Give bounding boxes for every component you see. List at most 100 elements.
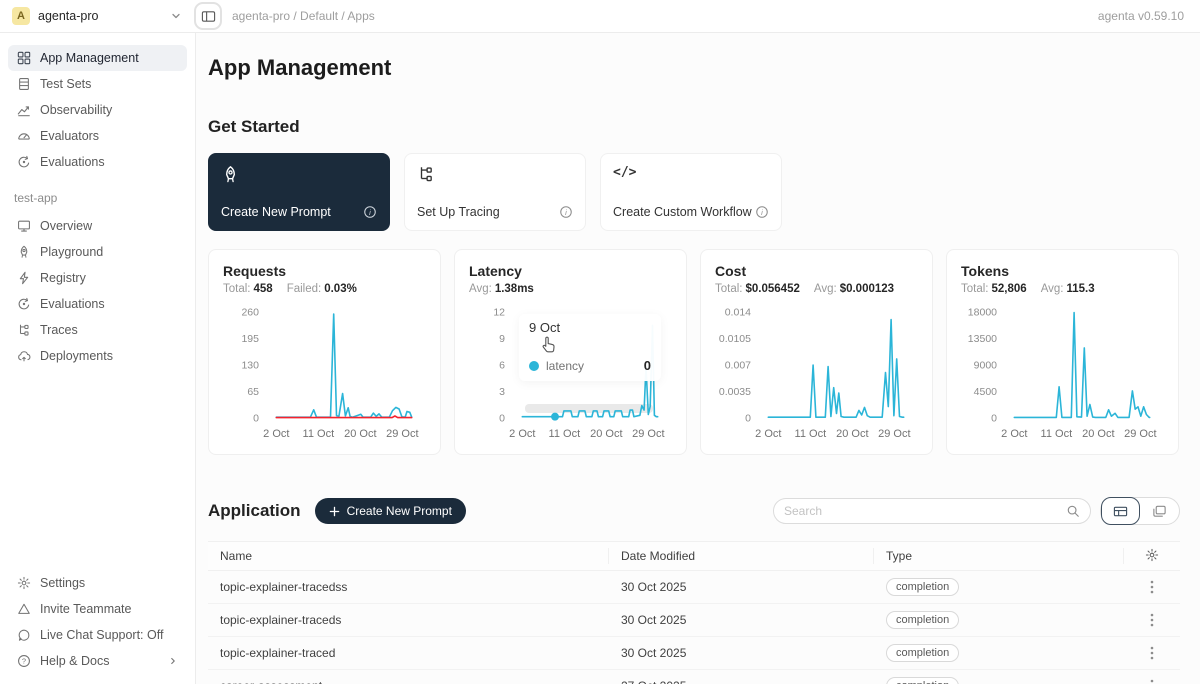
- chart-line-icon: [17, 103, 31, 117]
- svg-text:195: 195: [241, 333, 259, 345]
- metric-stats: Total:$0.056452 Avg:$0.000123: [715, 283, 918, 295]
- app-name: topic-explainer-traceds: [208, 613, 609, 627]
- search-input[interactable]: [784, 504, 1066, 518]
- app-date: 30 Oct 2025: [609, 580, 874, 594]
- kebab-menu-icon: [1150, 646, 1154, 660]
- sidebar-item-overview[interactable]: Overview: [8, 213, 187, 239]
- svg-text:20 Oct: 20 Oct: [1082, 428, 1114, 440]
- cycle-icon: [17, 155, 31, 169]
- breadcrumb[interactable]: agenta-pro / Default / Apps: [232, 9, 375, 23]
- sidebar-item-help-docs[interactable]: ? Help & Docs: [8, 648, 187, 674]
- app-date: 30 Oct 2025: [609, 646, 874, 660]
- metric-title: Latency: [469, 263, 672, 279]
- tooltip-series-name: latency: [546, 359, 584, 373]
- latency-chart[interactable]: 9 Oct latency 0 1296302 Oct11 Oct20 Oct2…: [469, 304, 672, 444]
- topbar: A agenta-pro agenta-pro / Default / Apps…: [0, 0, 1200, 33]
- info-icon[interactable]: i: [755, 205, 769, 219]
- chart-tooltip: 9 Oct latency 0: [519, 314, 661, 381]
- monitor-icon: [17, 219, 31, 233]
- help-icon: ?: [17, 654, 31, 668]
- svg-text:0.0105: 0.0105: [719, 333, 751, 345]
- search-icon[interactable]: [1066, 504, 1080, 518]
- type-badge: completion: [886, 644, 959, 662]
- sidebar-collapse-button[interactable]: [194, 2, 222, 30]
- table-row[interactable]: career-assessment 27 Oct 2025 completion: [208, 670, 1180, 684]
- tokens-metric-card: Tokens Total:52,806 Avg:115.3 1800013500…: [946, 249, 1179, 455]
- create-custom-workflow-card[interactable]: </> Create Custom Workflow i: [600, 153, 782, 231]
- sidebar-item-evaluations[interactable]: Evaluations: [8, 149, 187, 175]
- workspace-selector[interactable]: A agenta-pro: [12, 7, 182, 25]
- sidebar-item-evaluators[interactable]: Evaluators: [8, 123, 187, 149]
- workspace-name: agenta-pro: [38, 9, 98, 23]
- plus-icon: [329, 506, 340, 517]
- kebab-menu-icon: [1150, 613, 1154, 627]
- application-heading: Application: [208, 501, 301, 521]
- column-settings[interactable]: [1124, 548, 1180, 564]
- table-row[interactable]: topic-explainer-traced 30 Oct 2025 compl…: [208, 637, 1180, 670]
- metrics-row: Requests Total:458 Failed:0.03% 26019513…: [208, 249, 1180, 455]
- type-badge: completion: [886, 611, 959, 629]
- sidebar-item-app-management[interactable]: App Management: [8, 45, 187, 71]
- application-section: Application Create New Prompt: [208, 497, 1180, 684]
- app-date: 27 Oct 2025: [609, 679, 874, 684]
- chevron-right-icon: [168, 656, 178, 666]
- sidebar-item-settings[interactable]: Settings: [8, 570, 187, 596]
- table-row[interactable]: topic-explainer-traceds 30 Oct 2025 comp…: [208, 604, 1180, 637]
- page-title: App Management: [208, 55, 1180, 81]
- cycle-icon: [17, 297, 31, 311]
- row-menu-button[interactable]: [1144, 578, 1160, 596]
- info-icon[interactable]: i: [363, 205, 377, 219]
- type-badge: completion: [886, 578, 959, 596]
- svg-text:18000: 18000: [968, 307, 997, 319]
- svg-text:i: i: [761, 208, 763, 217]
- svg-text:0: 0: [991, 413, 997, 425]
- triangle-icon: [17, 602, 31, 616]
- sidebar-item-traces[interactable]: Traces: [8, 317, 187, 343]
- sidebar-item-live-chat[interactable]: Live Chat Support: Off: [8, 622, 187, 648]
- series-dot: [529, 361, 539, 371]
- get-started-cards: Create New Prompt i Set Up Tracing i </>…: [208, 153, 1180, 231]
- svg-text:260: 260: [241, 307, 259, 319]
- cost-chart[interactable]: 0.0140.01050.0070.003502 Oct11 Oct20 Oct…: [715, 304, 918, 444]
- svg-text:9: 9: [499, 333, 505, 345]
- info-icon[interactable]: i: [559, 205, 573, 219]
- column-header-type: Type: [874, 548, 1124, 564]
- sidebar-item-registry[interactable]: Registry: [8, 265, 187, 291]
- sidebar-item-label: Evaluations: [40, 155, 105, 169]
- set-up-tracing-card[interactable]: Set Up Tracing i: [404, 153, 586, 231]
- svg-text:?: ?: [22, 657, 26, 666]
- app-type: completion: [874, 677, 1124, 684]
- sidebar-item-observability[interactable]: Observability: [8, 97, 187, 123]
- svg-text:20 Oct: 20 Oct: [836, 428, 868, 440]
- row-menu-button[interactable]: [1144, 644, 1160, 662]
- create-new-prompt-card[interactable]: Create New Prompt i: [208, 153, 390, 231]
- create-new-prompt-button[interactable]: Create New Prompt: [315, 498, 466, 524]
- workspace-avatar: A: [12, 7, 30, 25]
- sidebar-item-app-evaluations[interactable]: Evaluations: [8, 291, 187, 317]
- testsets-icon: [17, 77, 31, 91]
- sidebar-item-label: App Management: [40, 51, 139, 65]
- latency-metric-card: Latency Avg:1.38ms 9 Oct latency 0: [454, 249, 687, 455]
- sidebar-item-test-sets[interactable]: Test Sets: [8, 71, 187, 97]
- tooltip-series-row: latency 0: [529, 358, 651, 373]
- tokens-chart[interactable]: 18000135009000450002 Oct11 Oct20 Oct29 O…: [961, 304, 1164, 444]
- row-menu-button[interactable]: [1144, 677, 1160, 684]
- row-menu-button[interactable]: [1144, 611, 1160, 629]
- sidebar-item-playground[interactable]: Playground: [8, 239, 187, 265]
- svg-text:11 Oct: 11 Oct: [549, 428, 581, 440]
- card-label: Create Custom Workflow: [613, 205, 752, 219]
- svg-text:0.007: 0.007: [725, 360, 751, 372]
- svg-text:9000: 9000: [974, 360, 998, 372]
- svg-text:13500: 13500: [968, 333, 997, 345]
- svg-text:130: 130: [241, 360, 259, 372]
- requests-chart[interactable]: 2601951306502 Oct11 Oct20 Oct29 Oct: [223, 304, 426, 444]
- metric-stats: Total:458 Failed:0.03%: [223, 283, 426, 295]
- sidebar-item-deployments[interactable]: Deployments: [8, 343, 187, 369]
- sidebar-item-invite-teammate[interactable]: Invite Teammate: [8, 596, 187, 622]
- card-view-button[interactable]: [1140, 497, 1179, 525]
- hand-cursor-icon: [541, 336, 558, 354]
- table-view-button[interactable]: [1101, 497, 1140, 525]
- sidebar-item-label: Registry: [40, 271, 86, 285]
- applications-table: Name Date Modified Type topic-explainer-…: [208, 541, 1180, 684]
- table-row[interactable]: topic-explainer-tracedss 30 Oct 2025 com…: [208, 571, 1180, 604]
